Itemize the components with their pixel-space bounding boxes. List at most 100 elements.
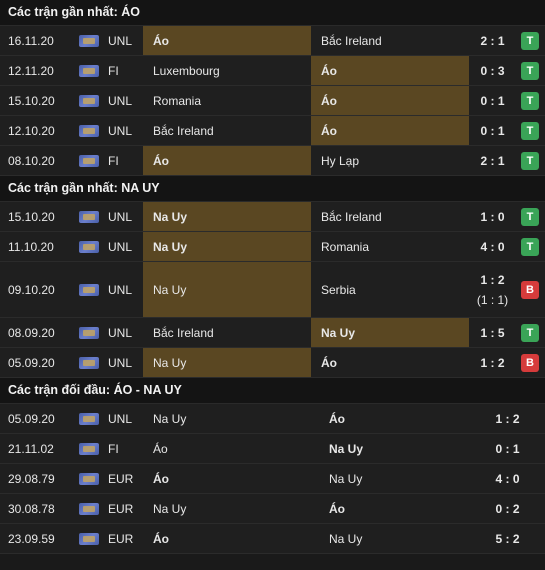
home-team[interactable]: Na Uy [143, 404, 319, 433]
home-team[interactable]: Romania [143, 86, 311, 115]
home-team[interactable]: Áo [143, 524, 319, 553]
result-cell: T [520, 116, 540, 145]
home-team[interactable]: Na Uy [143, 494, 319, 523]
section-title: Các trận gần nhất: NA UY [0, 176, 545, 202]
home-team[interactable]: Luxembourg [143, 56, 311, 85]
match-row[interactable]: 30.08.78 EUR Na Uy Áo 0 : 2 [0, 494, 545, 524]
match-score[interactable]: 1 : 0 [465, 202, 520, 231]
match-row[interactable]: 15.10.20 UNL Na Uy Bắc Ireland 1 : 0 T [0, 202, 545, 232]
result-cell: T [520, 56, 540, 85]
match-row[interactable]: 16.11.20 UNL Áo Bắc Ireland 2 : 1 T [0, 26, 545, 56]
match-row[interactable]: 11.10.20 UNL Na Uy Romania 4 : 0 T [0, 232, 545, 262]
away-team[interactable]: Áo [319, 404, 479, 433]
result-badge: T [521, 151, 539, 170]
match-row[interactable]: 23.09.59 EUR Áo Na Uy 5 : 2 [0, 524, 545, 554]
away-team[interactable]: Áo [311, 86, 469, 115]
result-cell: T [520, 202, 540, 231]
match-score[interactable]: 0 : 1 [465, 116, 520, 145]
league-code: UNL [108, 325, 133, 340]
away-team[interactable]: Áo [311, 116, 469, 145]
away-team[interactable]: Serbia [311, 262, 469, 317]
result-badge: T [521, 91, 539, 110]
match-score[interactable]: 1 : 2 [475, 404, 540, 433]
result-badge: B [521, 353, 539, 372]
league-code: EUR [108, 531, 134, 546]
away-team[interactable]: Na Uy [319, 524, 479, 553]
home-team[interactable]: Bắc Ireland [143, 116, 311, 145]
away-team[interactable]: Áo [311, 56, 469, 85]
away-team[interactable]: Bắc Ireland [311, 26, 469, 55]
match-date: 12.10.20 [8, 123, 55, 138]
result-badge: T [521, 31, 539, 50]
full-time-score: 2 : 1 [480, 33, 505, 48]
match-score[interactable]: 1 : 2 (1 : 1) [465, 262, 520, 317]
league-flag-icon [79, 154, 99, 167]
full-time-score: 0 : 3 [480, 63, 505, 78]
match-row[interactable]: 15.10.20 UNL Romania Áo 0 : 1 T [0, 86, 545, 116]
match-score[interactable]: 0 : 1 [465, 86, 520, 115]
match-row[interactable]: 08.09.20 UNL Bắc Ireland Na Uy 1 : 5 T [0, 318, 545, 348]
full-time-score: 1 : 0 [480, 209, 505, 224]
full-time-score: 1 : 5 [480, 325, 505, 340]
match-score[interactable]: 0 : 3 [465, 56, 520, 85]
home-team[interactable]: Áo [143, 26, 311, 55]
match-row[interactable]: 05.09.20 UNL Na Uy Áo 1 : 2 [0, 404, 545, 434]
match-row[interactable]: 12.11.20 FI Luxembourg Áo 0 : 3 T [0, 56, 545, 86]
league-code: EUR [108, 501, 134, 516]
league-code: EUR [108, 471, 134, 486]
league-flag [78, 232, 100, 261]
away-team[interactable]: Hy Lạp [311, 146, 469, 175]
match-score[interactable]: 2 : 1 [465, 146, 520, 175]
match-score[interactable]: 5 : 2 [475, 524, 540, 553]
league-flag-icon [79, 210, 99, 223]
section-head-to-head: Các trận đối đầu: ÁO - NA UY 05.09.20 UN… [0, 378, 545, 554]
league-code: UNL [108, 282, 133, 297]
match-date: 29.08.79 [8, 471, 55, 486]
result-cell: T [520, 232, 540, 261]
full-time-score: 4 : 0 [495, 471, 520, 486]
result-badge: T [521, 323, 539, 342]
match-date: 05.09.20 [8, 411, 55, 426]
match-score[interactable]: 1 : 2 [465, 348, 520, 377]
home-team[interactable]: Bắc Ireland [143, 318, 311, 347]
match-date: 15.10.20 [8, 93, 55, 108]
match-score[interactable]: 0 : 2 [475, 494, 540, 523]
away-team[interactable]: Romania [311, 232, 469, 261]
home-team[interactable]: Na Uy [143, 232, 311, 261]
match-score[interactable]: 2 : 1 [465, 26, 520, 55]
away-team[interactable]: Bắc Ireland [311, 202, 469, 231]
league-code: FI [108, 441, 119, 456]
match-row[interactable]: 08.10.20 FI Áo Hy Lạp 2 : 1 T [0, 146, 545, 176]
match-row[interactable]: 05.09.20 UNL Na Uy Áo 1 : 2 B [0, 348, 545, 378]
away-team[interactable]: Na Uy [319, 434, 479, 463]
home-team[interactable]: Áo [143, 146, 311, 175]
league-flag-icon [79, 326, 99, 339]
league-flag-icon [79, 94, 99, 107]
home-team[interactable]: Áo [143, 464, 319, 493]
away-team[interactable]: Na Uy [311, 318, 469, 347]
away-team[interactable]: Áo [319, 494, 479, 523]
match-score[interactable]: 0 : 1 [475, 434, 540, 463]
full-time-score: 0 : 1 [480, 123, 505, 138]
league-flag [78, 262, 100, 317]
match-row[interactable]: 09.10.20 UNL Na Uy Serbia 1 : 2 (1 : 1) … [0, 262, 545, 318]
home-team[interactable]: Na Uy [143, 348, 311, 377]
match-row[interactable]: 12.10.20 UNL Bắc Ireland Áo 0 : 1 T [0, 116, 545, 146]
match-score[interactable]: 4 : 0 [475, 464, 540, 493]
league-flag [78, 86, 100, 115]
match-score[interactable]: 1 : 5 [465, 318, 520, 347]
league-flag-icon [79, 124, 99, 137]
match-date: 30.08.78 [8, 501, 55, 516]
home-team[interactable]: Áo [143, 434, 319, 463]
match-score[interactable]: 4 : 0 [465, 232, 520, 261]
full-time-score: 0 : 2 [495, 501, 520, 516]
match-row[interactable]: 21.11.02 FI Áo Na Uy 0 : 1 [0, 434, 545, 464]
home-team[interactable]: Na Uy [143, 262, 311, 317]
away-team[interactable]: Áo [311, 348, 469, 377]
away-team[interactable]: Na Uy [319, 464, 479, 493]
home-team[interactable]: Na Uy [143, 202, 311, 231]
league-flag [78, 26, 100, 55]
full-time-score: 0 : 1 [495, 441, 520, 456]
match-date: 12.11.20 [8, 63, 54, 78]
match-row[interactable]: 29.08.79 EUR Áo Na Uy 4 : 0 [0, 464, 545, 494]
